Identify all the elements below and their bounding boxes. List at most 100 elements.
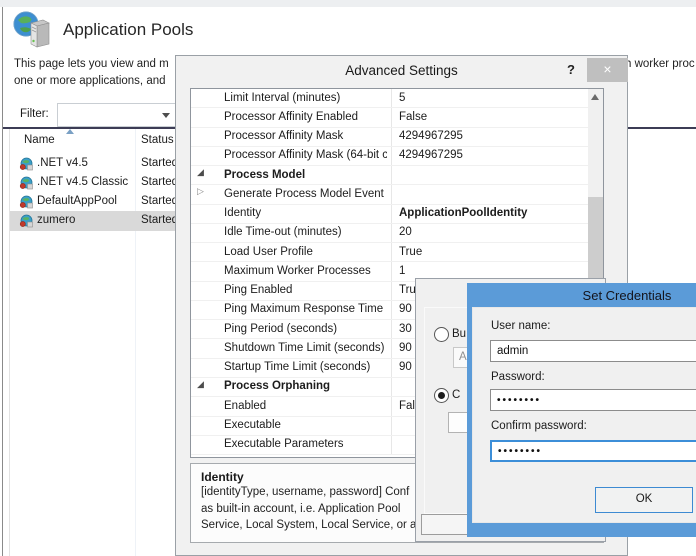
builtin-account-radio[interactable]	[434, 327, 449, 342]
grid-column-divider	[391, 416, 392, 435]
dialog-title: Set Credentials	[582, 288, 672, 303]
app-pool-name: zumero	[37, 214, 76, 226]
builtin-account-label: Bu	[452, 328, 467, 340]
property-label: Process Orphaning	[224, 380, 331, 393]
property-value[interactable]: 4294967295	[399, 149, 579, 161]
property-row[interactable]: Limit Interval (minutes) 5	[191, 89, 603, 109]
table-row[interactable]: .NET v4.5 Started	[10, 154, 178, 173]
password-label: Password:	[491, 371, 545, 383]
grid-column-divider	[391, 204, 392, 223]
property-label: Startup Time Limit (seconds)	[224, 361, 371, 374]
help-button[interactable]: ?	[567, 62, 575, 77]
property-label: Executable	[224, 419, 281, 432]
confirm-password-field[interactable]	[490, 440, 696, 462]
property-row[interactable]: ▷ Generate Process Model Event L	[191, 185, 603, 205]
property-value[interactable]: True	[399, 246, 579, 258]
confirm-password-label: Confirm password:	[491, 420, 587, 432]
grid-column-divider	[391, 166, 392, 185]
chevron-down-icon[interactable]	[162, 113, 170, 118]
property-label: Ping Period (seconds)	[224, 322, 338, 335]
grid-column-divider	[391, 358, 392, 377]
filter-combobox[interactable]	[57, 103, 177, 127]
app-pool-status: Started	[141, 214, 179, 226]
page-description-fragment: h worker proc	[625, 58, 695, 70]
grid-column-divider	[391, 397, 392, 416]
table-row[interactable]: zumero Started	[10, 211, 179, 231]
property-row[interactable]: Processor Affinity Mask 4294967295	[191, 127, 603, 147]
grid-column-divider	[391, 243, 392, 262]
grid-column-divider	[391, 223, 392, 243]
dialog-button-fragment[interactable]	[421, 514, 469, 535]
property-label: Load User Profile	[224, 245, 313, 258]
property-value[interactable]: ApplicationPoolIdentity	[399, 207, 579, 219]
toolbar-strip	[0, 0, 696, 7]
grid-column-divider	[391, 127, 392, 146]
scroll-up-icon[interactable]	[591, 94, 599, 100]
property-label: Processor Affinity Enabled	[224, 110, 359, 123]
filter-label: Filter:	[20, 108, 49, 120]
property-label: Idle Time-out (minutes)	[224, 226, 342, 239]
expander-icon[interactable]: ◢	[197, 380, 204, 390]
property-label: Generate Process Model Event L	[224, 187, 387, 200]
close-icon[interactable]: ×	[587, 58, 628, 82]
property-label: Enabled	[224, 399, 267, 412]
sort-ascending-icon	[66, 129, 74, 134]
property-label: Maximum Worker Processes	[224, 264, 371, 277]
property-row[interactable]: Load User Profile True	[191, 243, 603, 263]
grid-column-divider	[391, 300, 392, 320]
property-label: Process Model	[224, 168, 306, 181]
property-value[interactable]: 20	[399, 226, 579, 238]
grid-column-divider	[391, 89, 392, 108]
expander-icon[interactable]: ◢	[197, 168, 204, 178]
property-label: Limit Interval (minutes)	[224, 91, 341, 104]
app-pool-name: .NET v4.5	[37, 157, 88, 169]
grid-column-divider	[391, 281, 392, 300]
property-value[interactable]: 5	[399, 92, 579, 104]
app-pool-name: DefaultAppPool	[37, 195, 117, 207]
window-left-border	[2, 7, 3, 556]
set-credentials-body: User name: Password: Confirm password: O…	[472, 307, 696, 523]
custom-account-radio[interactable]	[434, 388, 449, 403]
property-value[interactable]: False	[399, 111, 579, 123]
column-header-status[interactable]: Status	[141, 134, 174, 146]
column-header-name[interactable]: Name	[24, 134, 55, 146]
grid-column-divider	[391, 377, 392, 397]
app-pool-icon	[19, 195, 33, 209]
app-pool-name: .NET v4.5 Classic	[37, 176, 129, 188]
app-pool-icon	[19, 214, 33, 228]
grid-column-divider	[391, 320, 392, 339]
grid-column-divider	[391, 435, 392, 455]
app-pool-status: Started	[141, 195, 179, 207]
set-credentials-dialog: Set Credentials User name: Password: Con…	[467, 283, 696, 537]
application-pools-page-icon	[13, 11, 50, 48]
username-field[interactable]	[490, 340, 696, 362]
table-row[interactable]: .NET v4.5 Classic Started	[10, 173, 179, 192]
property-row[interactable]: ◢ Process Model	[191, 166, 603, 186]
app-pool-status: Started	[141, 176, 179, 188]
property-label: Processor Affinity Mask (64-bit c	[224, 149, 387, 162]
iis-manager-screen: Application Pools This page lets you vie…	[0, 0, 696, 556]
page-title: Application Pools	[63, 20, 194, 39]
app-pool-icon	[19, 176, 33, 190]
property-row[interactable]: Processor Affinity Mask (64-bit c 429496…	[191, 146, 603, 167]
dialog-title: Advanced Settings	[345, 63, 458, 78]
property-row[interactable]: Idle Time-out (minutes) 20	[191, 223, 603, 244]
property-row[interactable]: Identity ApplicationPoolIdentity	[191, 204, 603, 224]
app-pool-icon	[19, 157, 33, 171]
property-row[interactable]: Processor Affinity Enabled False	[191, 108, 603, 128]
grid-column-divider	[391, 262, 392, 281]
grid-column-divider	[391, 146, 392, 166]
table-row[interactable]: DefaultAppPool Started	[10, 192, 179, 211]
page-description-line1: This page lets you view and m	[14, 58, 169, 70]
property-label: Ping Maximum Response Time (	[224, 303, 387, 316]
property-value[interactable]: 4294967295	[399, 130, 579, 142]
property-label: Processor Affinity Mask	[224, 130, 344, 143]
grid-column-divider	[391, 185, 392, 204]
property-value[interactable]: 1	[399, 265, 579, 277]
radio-selected-dot	[438, 392, 445, 399]
property-label: Shutdown Time Limit (seconds)	[224, 341, 385, 354]
property-label: Identity	[224, 207, 262, 220]
password-field[interactable]	[490, 389, 696, 411]
ok-button[interactable]: OK	[595, 487, 693, 513]
expander-icon[interactable]: ▷	[197, 187, 204, 197]
